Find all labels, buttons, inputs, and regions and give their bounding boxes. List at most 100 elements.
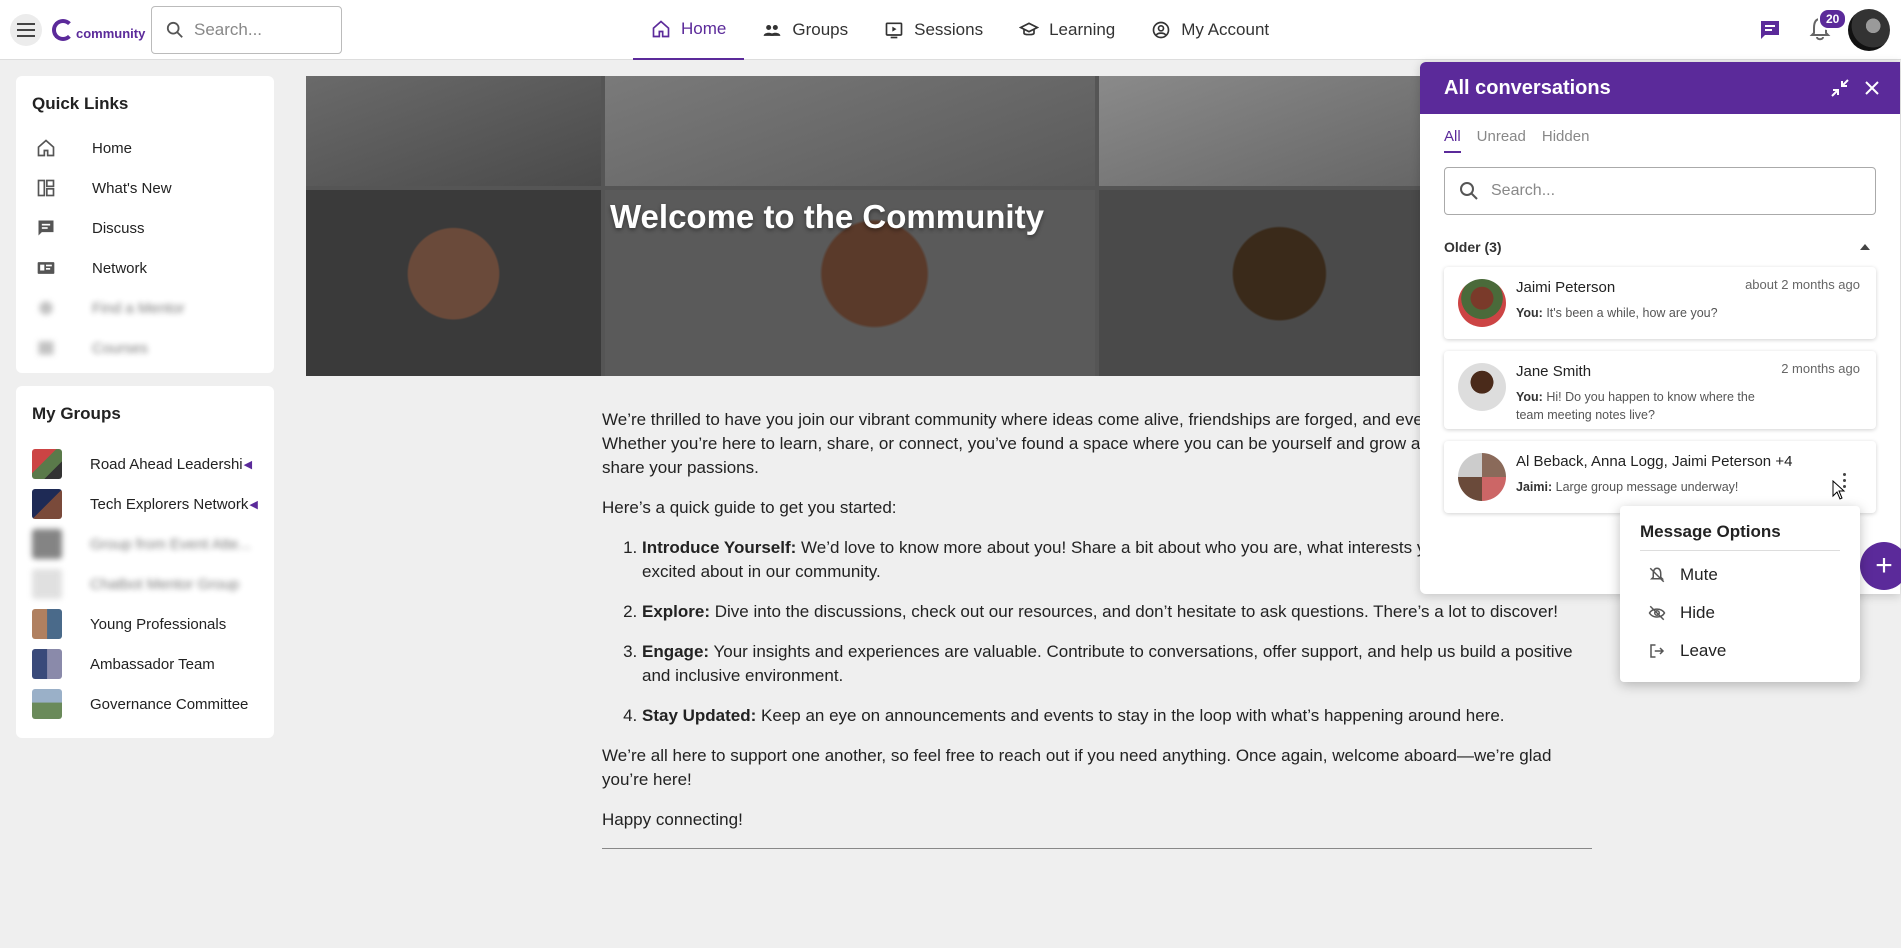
tab-hidden[interactable]: Hidden — [1542, 128, 1590, 153]
nav-groups[interactable]: Groups — [744, 0, 866, 60]
group-item[interactable]: Road Ahead Leadershi ◀ — [32, 444, 274, 484]
conversation-avatar — [1458, 453, 1506, 501]
menu-button[interactable] — [10, 14, 42, 46]
group-item[interactable]: Group from Event Atte... — [32, 524, 274, 564]
mute-icon — [1649, 567, 1665, 583]
older-section-label: Older (3) — [1444, 239, 1502, 255]
group-label: Chatbot Mentor Group — [90, 575, 240, 593]
group-item[interactable]: Governance Committee — [32, 684, 274, 724]
conversation-time: 2 months ago — [1781, 361, 1860, 376]
menu-item-hide[interactable]: Hide — [1640, 595, 1840, 631]
quick-link-label: Network — [92, 259, 148, 277]
learning-icon — [1019, 22, 1040, 36]
user-avatar[interactable] — [1848, 9, 1890, 51]
article-signoff: Happy connecting! — [602, 810, 743, 829]
group-item[interactable]: Tech Explorers Network ◀ — [32, 484, 274, 524]
conversation-item[interactable]: Jane Smith 2 months ago You: Hi! Do you … — [1444, 351, 1876, 429]
banner-title: Welcome to the Community — [610, 198, 1044, 235]
conversation-tabs: All Unread Hidden — [1420, 114, 1900, 153]
group-thumbnail — [32, 449, 62, 479]
network-icon — [37, 262, 55, 274]
group-label: Group from Event Atte... — [90, 535, 251, 553]
my-groups-card: My Groups Road Ahead Leadershi ◀ Tech Exp… — [16, 386, 274, 738]
sessions-icon — [885, 22, 903, 39]
new-conversation-button[interactable]: + — [1860, 542, 1901, 590]
conversation-item[interactable]: Jaimi Peterson about 2 months ago You: I… — [1444, 267, 1876, 339]
group-thumbnail — [32, 569, 62, 599]
logo-icon — [52, 18, 74, 41]
conversation-search-placeholder: Search... — [1491, 182, 1556, 199]
nav-learning[interactable]: Learning — [1001, 0, 1133, 60]
conversation-item[interactable]: Al Beback, Anna Logg, Jaimi Peterson +4 … — [1444, 441, 1876, 513]
nav-my-account[interactable]: My Account — [1133, 0, 1287, 60]
menu-item-label: Leave — [1680, 641, 1727, 660]
group-thumbnail — [32, 609, 62, 639]
quick-link-label: Courses — [92, 339, 148, 357]
mouse-cursor-icon — [1832, 480, 1846, 500]
tab-unread[interactable]: Unread — [1477, 128, 1526, 153]
top-search-input[interactable]: Search... — [151, 6, 342, 54]
conversation-preview: Jaimi: Large group message underway! — [1516, 480, 1739, 494]
conversation-search-input[interactable]: Search... — [1444, 167, 1876, 215]
quick-link-whats-new[interactable]: What's New — [32, 168, 274, 208]
chat-icon[interactable] — [1758, 18, 1782, 42]
home-icon — [652, 20, 670, 38]
caret-up-icon — [1860, 244, 1870, 250]
nav-sessions[interactable]: Sessions — [866, 0, 1001, 60]
nav-home[interactable]: Home — [633, 0, 745, 60]
quick-link-home[interactable]: Home — [32, 128, 274, 168]
minimize-icon[interactable] — [1830, 78, 1850, 98]
group-thumbnail — [32, 689, 62, 719]
conversation-name: Al Beback, Anna Logg, Jaimi Peterson +4 — [1516, 453, 1793, 470]
group-item[interactable]: Ambassador Team — [32, 644, 274, 684]
quick-link-label: What's New — [92, 179, 172, 197]
quick-link-courses[interactable]: Courses — [32, 328, 274, 368]
group-item[interactable]: Chatbot Mentor Group — [32, 564, 274, 604]
conversations-header: All conversations — [1420, 62, 1900, 114]
menu-item-label: Hide — [1680, 603, 1715, 622]
account-icon — [1152, 21, 1170, 39]
close-icon[interactable] — [1862, 78, 1882, 98]
flag-icon: ◀ — [243, 458, 253, 471]
home-icon — [37, 139, 55, 157]
tab-all[interactable]: All — [1444, 128, 1461, 153]
menu-item-leave[interactable]: Leave — [1640, 633, 1840, 669]
article-closing: We’re all here to support one another, s… — [602, 746, 1552, 789]
message-options-menu: Message Options Mute Hide Leave — [1620, 506, 1860, 682]
conversation-avatar — [1458, 363, 1506, 411]
hide-icon — [1648, 605, 1666, 621]
my-groups-title: My Groups — [32, 404, 121, 423]
message-options-title: Message Options — [1640, 522, 1840, 551]
conversations-title: All conversations — [1444, 76, 1611, 99]
conversation-avatar — [1458, 279, 1506, 327]
menu-item-mute[interactable]: Mute — [1640, 557, 1840, 593]
older-section-header[interactable]: Older (3) — [1420, 215, 1900, 255]
quick-link-network[interactable]: Network — [32, 248, 274, 288]
main-nav: Home Groups Sessions Learning My Account — [633, 0, 1287, 60]
quick-link-find-mentor[interactable]: Find a Mentor — [32, 288, 274, 328]
hamburger-icon — [17, 23, 35, 37]
discuss-icon — [38, 220, 54, 236]
logo[interactable]: community — [52, 18, 145, 41]
conversation-preview: You: Hi! Do you happen to know where the… — [1516, 390, 1755, 422]
nav-sessions-label: Sessions — [914, 20, 984, 39]
top-search-placeholder: Search... — [194, 20, 263, 39]
group-item[interactable]: Young Professionals — [32, 604, 274, 644]
banner-photo — [605, 76, 1095, 186]
leave-icon — [1650, 644, 1665, 658]
group-label: Tech Explorers Network — [90, 495, 249, 513]
article-divider — [602, 848, 1592, 849]
dashboard-icon — [37, 179, 55, 197]
quick-link-discuss[interactable]: Discuss — [32, 208, 274, 248]
logo-text: community — [76, 26, 146, 41]
welcome-banner: Welcome to the Community — [306, 76, 1427, 376]
nav-my-account-label: My Account — [1181, 20, 1270, 39]
menu-item-label: Mute — [1680, 565, 1718, 584]
quick-links-title: Quick Links — [32, 94, 129, 113]
search-icon — [166, 21, 183, 38]
nav-home-label: Home — [681, 19, 727, 38]
group-label: Young Professionals — [90, 615, 227, 633]
flag-icon: ◀ — [249, 498, 258, 511]
group-label: Road Ahead Leadershi — [90, 455, 243, 473]
quick-link-label: Home — [92, 139, 133, 157]
